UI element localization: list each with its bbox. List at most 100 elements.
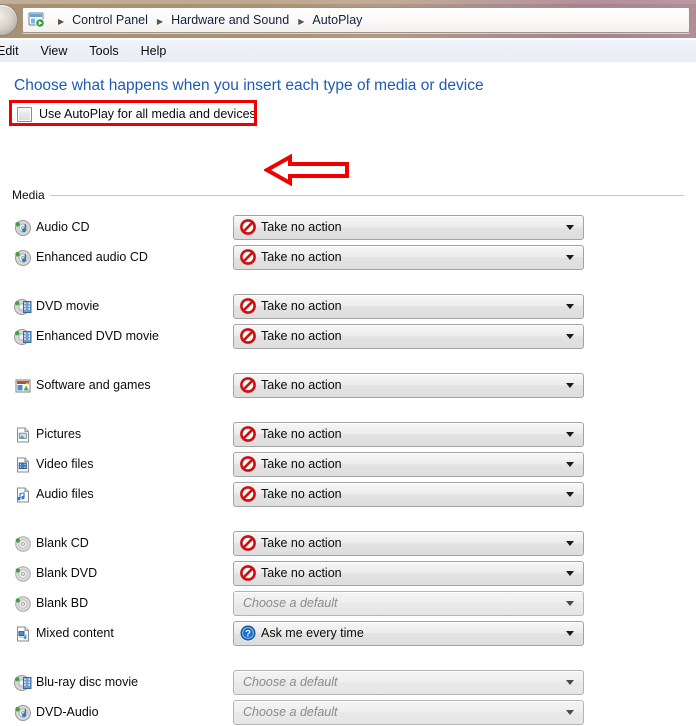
media-row: Enhanced DVD movie Take no action: [0, 324, 696, 350]
media-type-label: DVD-Audio: [36, 705, 99, 719]
menu-item-view[interactable]: View: [30, 42, 79, 60]
use-autoplay-checkbox-row[interactable]: Use AutoPlay for all media and devices: [11, 102, 259, 126]
no-action-icon: [240, 486, 256, 502]
breadcrumb-item-autoplay[interactable]: AutoPlay: [311, 13, 363, 27]
dropdown-value: Take no action: [261, 566, 342, 580]
chevron-down-icon[interactable]: [566, 492, 574, 497]
breadcrumb-separator: ▶: [156, 16, 164, 26]
media-type-label: Blank DVD: [36, 566, 98, 580]
autoplay-action-dropdown[interactable]: Take no action: [233, 561, 584, 586]
chevron-down-icon[interactable]: [566, 334, 574, 339]
dropdown-value: Take no action: [261, 487, 342, 501]
chevron-down-icon[interactable]: [566, 631, 574, 636]
autoplay-action-dropdown[interactable]: Take no action: [233, 531, 584, 556]
window-title-bar: ▼ ▶ Control Panel ▶ Hardware and Sound ▶…: [0, 0, 696, 38]
media-row: DVD movie Take no action: [0, 294, 696, 320]
dropdown-value: Take no action: [261, 536, 342, 550]
dropdown-value: Take no action: [261, 250, 342, 264]
media-type-label: Software and games: [36, 378, 151, 392]
mixed-content-icon: [14, 625, 32, 643]
dvd-audio-icon: [14, 704, 32, 722]
autoplay-action-dropdown[interactable]: Take no action: [233, 215, 584, 240]
autoplay-action-dropdown[interactable]: Take no action: [233, 373, 584, 398]
dropdown-value: Take no action: [261, 378, 342, 392]
blank-disc-icon: [14, 535, 32, 553]
breadcrumb-item-control-panel[interactable]: Control Panel: [71, 13, 149, 27]
media-row: Audio files Take no action: [0, 482, 696, 508]
chevron-down-icon[interactable]: [566, 601, 574, 606]
no-action-icon: [240, 328, 256, 344]
autoplay-action-dropdown[interactable]: Take no action: [233, 482, 584, 507]
address-bar[interactable]: ▶ Control Panel ▶ Hardware and Sound ▶ A…: [22, 7, 690, 33]
media-type-label: Blu-ray disc movie: [36, 675, 139, 689]
chevron-down-icon[interactable]: [566, 304, 574, 309]
autoplay-action-dropdown[interactable]: Choose a default: [233, 700, 584, 725]
breadcrumb-separator: ▶: [298, 16, 305, 26]
media-row: Audio CD Take no action: [0, 215, 696, 241]
breadcrumb: ▶ Control Panel ▶ Hardware and Sound ▶ A…: [50, 8, 363, 32]
autoplay-action-dropdown[interactable]: Choose a default: [233, 591, 584, 616]
autoplay-action-dropdown[interactable]: Take no action: [233, 452, 584, 477]
svg-text:?: ?: [245, 629, 251, 640]
dropdown-value: Take no action: [261, 427, 342, 441]
title-bar-sheen: [0, 0, 696, 4]
chevron-down-icon[interactable]: [566, 383, 574, 388]
breadcrumb-item-hardware-and-sound[interactable]: Hardware and Sound: [170, 13, 290, 27]
no-action-icon: [240, 535, 256, 551]
media-row: Pictures Take no action: [0, 422, 696, 448]
media-row: Enhanced audio CD Take no action: [0, 245, 696, 271]
menu-item-edit[interactable]: Edit: [0, 42, 30, 60]
dropdown-value: Take no action: [261, 299, 342, 313]
media-row: Video files Take no action: [0, 452, 696, 478]
chevron-down-icon[interactable]: [566, 680, 574, 685]
media-row: DVD-Audio Choose a default: [0, 700, 696, 726]
back-navigation-button[interactable]: [0, 4, 18, 36]
audio-files-icon: [14, 486, 32, 504]
chevron-down-icon[interactable]: [566, 710, 574, 715]
media-row: Blank BD Choose a default: [0, 591, 696, 617]
autoplay-action-dropdown[interactable]: Take no action: [233, 294, 584, 319]
no-action-icon: [240, 456, 256, 472]
no-action-icon: [240, 219, 256, 235]
breadcrumb-separator: ▶: [58, 16, 65, 26]
media-type-label: Enhanced DVD movie: [36, 329, 159, 343]
audio-cd-icon: [14, 249, 32, 267]
pictures-icon: [14, 426, 32, 444]
use-autoplay-label: Use AutoPlay for all media and devices: [39, 107, 256, 121]
chevron-down-icon[interactable]: [566, 462, 574, 467]
no-action-icon: [240, 377, 256, 393]
media-type-label: Mixed content: [36, 626, 114, 640]
no-action-icon: [240, 298, 256, 314]
chevron-down-icon[interactable]: [566, 571, 574, 576]
autoplay-action-dropdown[interactable]: Choose a default: [233, 670, 584, 695]
dropdown-value: Take no action: [261, 329, 342, 343]
chevron-down-icon[interactable]: [566, 541, 574, 546]
dropdown-value: Ask me every time: [261, 626, 364, 640]
audio-cd-icon: [14, 219, 32, 237]
menu-item-help[interactable]: Help: [130, 42, 178, 60]
autoplay-action-dropdown[interactable]: Take no action: [233, 422, 584, 447]
chevron-down-icon[interactable]: [566, 432, 574, 437]
software-games-icon: [14, 377, 32, 395]
media-type-label: Audio files: [36, 487, 94, 501]
menu-item-tools[interactable]: Tools: [78, 42, 129, 60]
dropdown-value: Choose a default: [243, 705, 338, 719]
dropdown-value: Choose a default: [243, 596, 338, 610]
media-type-label: DVD movie: [36, 299, 100, 313]
media-type-label: Blank CD: [36, 536, 89, 550]
autoplay-action-dropdown[interactable]: ? Ask me every time: [233, 621, 584, 646]
media-row: Software and games Take no action: [0, 373, 696, 399]
blank-disc-icon: [14, 595, 32, 613]
chevron-down-icon[interactable]: [566, 225, 574, 230]
media-type-label: Pictures: [36, 427, 82, 441]
autoplay-action-dropdown[interactable]: Take no action: [233, 324, 584, 349]
use-autoplay-checkbox[interactable]: [17, 106, 32, 122]
autoplay-action-dropdown[interactable]: Take no action: [233, 245, 584, 270]
blank-disc-icon: [14, 565, 32, 583]
group-header-media: Media: [12, 188, 684, 202]
media-type-label: Blank BD: [36, 596, 89, 610]
media-type-label: Enhanced audio CD: [36, 250, 148, 264]
ask-me-icon: ?: [240, 625, 256, 641]
no-action-icon: [240, 565, 256, 581]
chevron-down-icon[interactable]: [566, 255, 574, 260]
